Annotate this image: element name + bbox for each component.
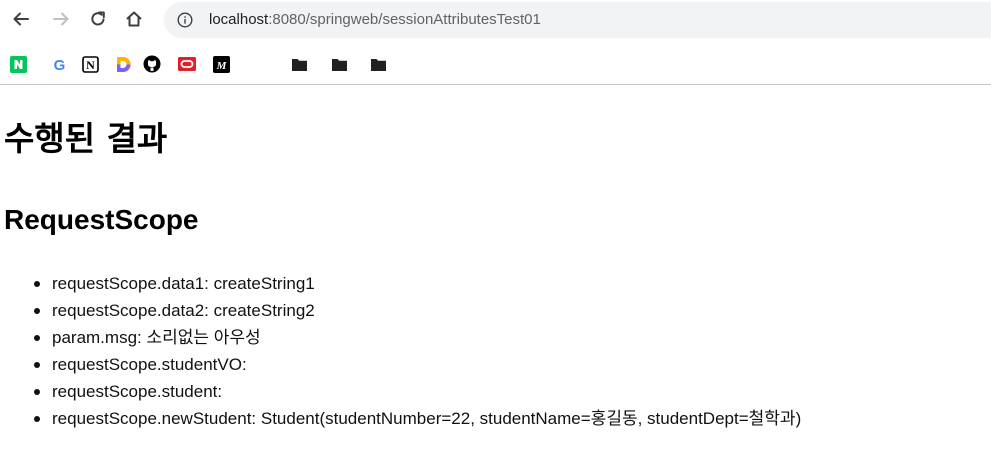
bookmark-folder[interactable] [290,55,308,73]
bookmark-naver[interactable] [9,55,27,73]
address-bar[interactable]: localhost:8080/springweb/sessionAttribut… [164,2,991,38]
list-item-text: requestScope.newStudent: Student(student… [52,409,802,428]
oracle-icon [178,57,196,71]
list-item: requestScope.student: [34,378,801,405]
browser-toolbar: localhost:8080/springweb/sessionAttribut… [0,0,991,40]
bookmark-google[interactable]: G [50,55,68,73]
url-host: localhost [209,11,269,28]
bullet-icon [34,362,40,368]
bookmark-folder[interactable] [330,55,348,73]
arrow-right-icon [53,12,69,26]
folder-icon [291,58,307,71]
list-item: requestScope.data2: createString2 [34,297,801,324]
github-icon [143,55,161,73]
home-button[interactable] [121,6,147,32]
toolbar-divider [0,84,991,85]
arrow-left-icon [13,12,29,26]
list-item-text: requestScope.data1: createString1 [52,274,315,293]
reload-button[interactable] [85,6,111,32]
bullet-icon [34,281,40,287]
back-button[interactable] [8,6,34,32]
bookmark-notion[interactable]: N [81,55,99,73]
bookmarks-bar: G N M [0,44,991,84]
svg-text:G: G [53,57,65,73]
info-icon[interactable] [177,12,193,28]
svg-text:M: M [215,60,227,72]
bookmark-medium[interactable]: M [212,55,230,73]
forward-button[interactable] [48,6,74,32]
list-item: requestScope.studentVO: [34,351,801,378]
naver-icon [9,55,27,73]
bullet-icon [34,416,40,422]
daum-icon [116,56,130,72]
page-title: 수행된 결과 [4,119,168,158]
folder-icon [370,58,386,71]
bookmark-github[interactable] [143,55,161,73]
list-item-text: requestScope.data2: createString2 [52,301,315,320]
bookmark-oracle[interactable] [178,55,196,73]
notion-icon: N [81,55,99,73]
medium-icon: M [212,55,230,73]
list-item: param.msg: 소리없는 아우성 [34,324,801,351]
list-item-text: requestScope.student: [52,382,223,401]
home-icon [126,11,142,27]
folder-icon [331,58,347,71]
url-text[interactable]: localhost:8080/springweb/sessionAttribut… [209,11,541,29]
list-item-text: param.msg: 소리없는 아우성 [52,328,261,347]
list-item-text: requestScope.studentVO: [52,355,247,374]
section-title: RequestScope [4,204,199,235]
svg-text:N: N [86,58,95,72]
bullet-icon [34,308,40,314]
google-icon: G [53,57,65,73]
bullet-icon [34,335,40,341]
list-item: requestScope.newStudent: Student(student… [34,405,802,432]
bullet-icon [34,389,40,395]
bookmark-folder[interactable] [369,55,387,73]
list-item: requestScope.data1: createString1 [34,270,801,297]
url-path: :8080/springweb/sessionAttributesTest01 [268,11,541,28]
reload-icon [91,11,105,26]
request-scope-list: requestScope.data1: createString1 reques… [34,270,802,432]
bookmark-daum[interactable] [114,55,132,73]
